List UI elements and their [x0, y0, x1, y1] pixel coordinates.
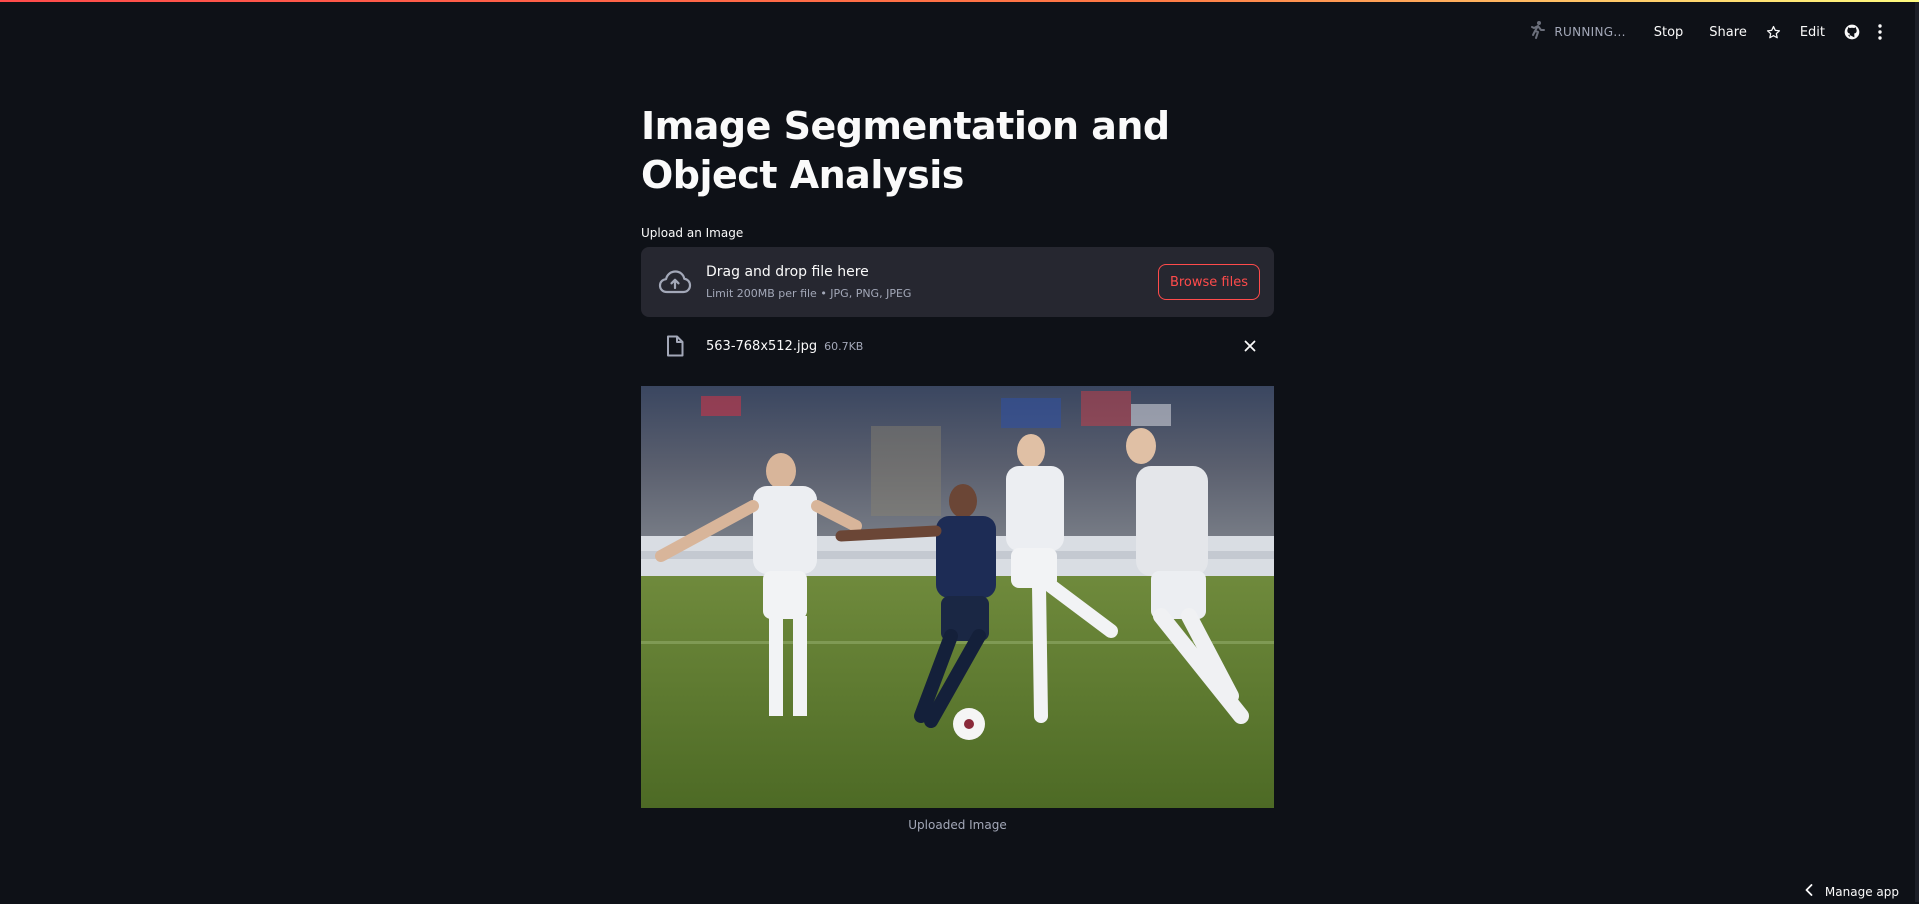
- share-button[interactable]: Share: [1699, 21, 1757, 44]
- main-content: Image Segmentation and Object Analysis U…: [641, 102, 1274, 832]
- star-icon[interactable]: [1757, 21, 1790, 44]
- dropzone-limit-text: Limit 200MB per file • JPG, PNG, JPEG: [706, 287, 912, 300]
- status-text: RUNNING...: [1554, 25, 1626, 39]
- dropzone-primary-text: Drag and drop file here: [706, 264, 869, 280]
- manage-app-button[interactable]: Manage app: [1805, 884, 1899, 899]
- kebab-menu-icon[interactable]: [1869, 20, 1891, 44]
- close-icon[interactable]: [1240, 336, 1260, 356]
- uploaded-file-row: 563-768x512.jpg 60.7KB: [641, 317, 1274, 375]
- file-icon: [657, 335, 693, 357]
- manage-app-label: Manage app: [1824, 884, 1899, 899]
- file-name: 563-768x512.jpg: [706, 338, 818, 354]
- uploaded-image: [641, 386, 1274, 808]
- running-man-icon: [1530, 20, 1546, 44]
- edit-button[interactable]: Edit: [1790, 21, 1835, 44]
- stop-button[interactable]: Stop: [1644, 21, 1694, 44]
- cloud-upload-icon: [657, 264, 693, 300]
- scrollbar[interactable]: [1915, 2, 1919, 902]
- chevron-left-icon: [1805, 884, 1813, 899]
- header-decoration-bar: [0, 0, 1919, 2]
- browse-files-button[interactable]: Browse files: [1157, 264, 1260, 300]
- football-photo: [641, 386, 1274, 808]
- app-toolbar: RUNNING... Stop Share Edit: [1530, 18, 1891, 46]
- upload-label: Upload an Image: [641, 226, 744, 240]
- file-size: 60.7KB: [824, 339, 864, 353]
- file-dropzone[interactable]: Drag and drop file here Limit 200MB per …: [641, 247, 1274, 317]
- github-icon[interactable]: [1835, 20, 1869, 44]
- dropzone-text: Drag and drop file here Limit 200MB per …: [706, 264, 1158, 300]
- status-widget: RUNNING...: [1530, 20, 1625, 44]
- page-title: Image Segmentation and Object Analysis: [641, 104, 1170, 197]
- image-caption: Uploaded Image: [908, 818, 1007, 832]
